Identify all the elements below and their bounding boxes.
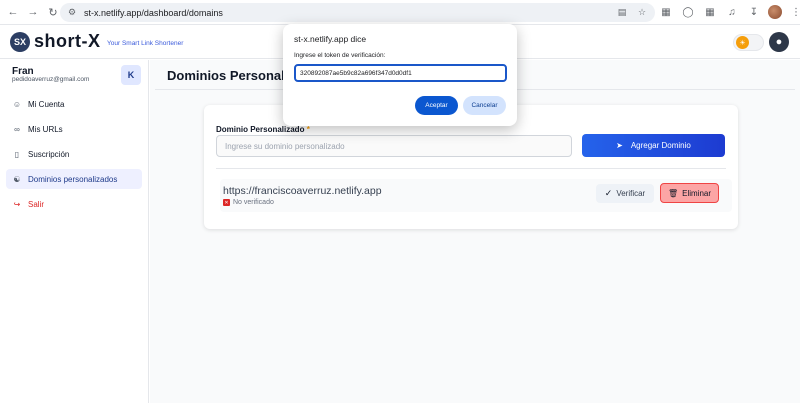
profile-avatar[interactable] xyxy=(768,5,782,19)
add-domain-label: Agregar Dominio xyxy=(630,141,691,150)
menu-dots-icon[interactable]: ⋮ xyxy=(788,3,800,21)
collapse-sidebar-button[interactable]: K xyxy=(121,65,141,85)
token-input[interactable] xyxy=(294,64,507,82)
download-icon[interactable]: ↧ xyxy=(746,3,762,21)
sidebar-item-label: Dominios personalizados xyxy=(28,174,118,184)
sidebar: Fran pedidoaverruz@gmail.com K ☺ Mi Cuen… xyxy=(0,60,149,403)
prompt-dialog: st-x.netlify.app dice Ingrese el token d… xyxy=(283,24,517,126)
address-bar[interactable]: ⚙ st-x.netlify.app/dashboard/domains ▤ ☆ xyxy=(60,3,655,22)
dialog-message: Ingrese el token de verificación: xyxy=(294,52,386,59)
link-icon: ∞ xyxy=(14,124,20,134)
domain-row: https://franciscoaverruz.netlify.app ✕ N… xyxy=(220,179,732,212)
theme-toggle[interactable]: ☀ xyxy=(733,34,764,51)
verify-button[interactable]: ✓ Verificar xyxy=(596,184,654,203)
globe-icon: ☯ xyxy=(13,174,21,184)
sidebar-item-dominios[interactable]: ☯ Dominios personalizados xyxy=(6,169,142,189)
sidebar-user-email: pedidoaverruz@gmail.com xyxy=(12,76,90,83)
sidebar-item-label: Suscripción xyxy=(28,149,70,159)
sidebar-item-mis-urls[interactable]: ∞ Mis URLs xyxy=(6,119,142,139)
sidebar-item-label: Mi Cuenta xyxy=(28,99,65,109)
card-divider xyxy=(216,168,726,169)
extension-icon[interactable]: ▦ xyxy=(658,3,674,21)
accept-button[interactable]: Aceptar xyxy=(415,96,458,115)
forward-icon[interactable]: → xyxy=(24,3,42,21)
status-text: No verificado xyxy=(233,199,274,206)
sun-icon: ☀ xyxy=(736,36,749,49)
delete-label: Eliminar xyxy=(682,188,712,198)
sidebar-item-suscripcion[interactable]: ▯ Suscripción xyxy=(6,144,142,164)
extensions-puzzle-icon[interactable]: ▦ xyxy=(702,3,718,21)
add-domain-button[interactable]: ➤ Agregar Dominio xyxy=(582,134,725,157)
page-title: Dominios Personaliz xyxy=(167,68,295,83)
translate-icon[interactable]: ▤ xyxy=(615,5,629,19)
cancel-button[interactable]: Cancelar xyxy=(463,96,506,115)
delete-button[interactable]: 🗑 Eliminar xyxy=(660,183,719,203)
field-label-text: Dominio Personalizado xyxy=(216,125,305,134)
logo-mark[interactable]: SX xyxy=(10,32,30,52)
dialog-title: st-x.netlify.app dice xyxy=(294,34,367,44)
domain-url: https://franciscoaverruz.netlify.app xyxy=(223,185,382,197)
sidebar-item-salir[interactable]: ↪ Salir xyxy=(6,194,142,214)
logo-text[interactable]: short-X xyxy=(34,31,101,52)
back-icon[interactable]: ← xyxy=(4,3,22,21)
check-icon: ✓ xyxy=(604,188,613,198)
tagline: Your Smart Link Shortener xyxy=(107,40,184,47)
verify-label: Verificar xyxy=(616,189,646,198)
user-avatar-icon[interactable]: ● xyxy=(769,32,789,52)
browser-toolbar: ← → ↻ ⚙ st-x.netlify.app/dashboard/domai… xyxy=(0,0,800,25)
user-icon: ☺ xyxy=(12,99,22,109)
trash-icon: 🗑 xyxy=(667,188,679,198)
domain-input[interactable] xyxy=(216,135,572,157)
grammar-extension-icon[interactable]: ◯ xyxy=(680,3,696,21)
sidebar-item-label: Salir xyxy=(28,199,45,209)
send-icon: ➤ xyxy=(616,141,623,150)
logout-icon: ↪ xyxy=(13,199,21,209)
required-mark: * xyxy=(306,125,310,134)
media-icon[interactable]: ♫ xyxy=(724,3,740,21)
url-text[interactable]: st-x.netlify.app/dashboard/domains xyxy=(84,8,223,18)
site-settings-icon[interactable]: ⚙ xyxy=(66,7,78,19)
unverified-icon: ✕ xyxy=(223,199,230,206)
sidebar-item-mi-cuenta[interactable]: ☺ Mi Cuenta xyxy=(6,94,142,114)
bookmark-star-icon[interactable]: ☆ xyxy=(635,5,649,19)
sidebar-item-label: Mis URLs xyxy=(28,124,63,134)
bookmark-icon: ▯ xyxy=(14,149,20,159)
domain-status: ✕ No verificado xyxy=(223,199,274,206)
domain-field-label: Dominio Personalizado * xyxy=(216,125,310,134)
